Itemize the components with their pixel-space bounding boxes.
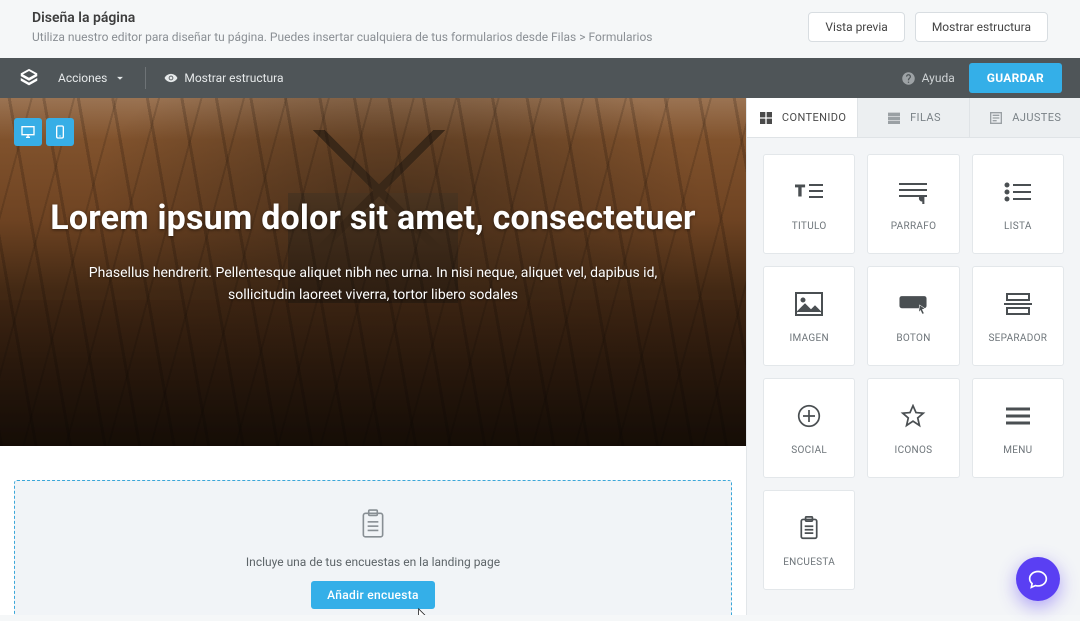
tile-icons-label: ICONOS	[895, 445, 933, 456]
tile-title-label: TITULO	[792, 221, 827, 232]
settings-form-icon	[988, 110, 1004, 126]
workspace: Lorem ipsum dolor sit amet, consectetuer…	[0, 98, 1080, 615]
button-icon	[898, 289, 928, 319]
hero-section[interactable]: Lorem ipsum dolor sit amet, consectetuer…	[0, 98, 746, 446]
list-icon	[1003, 177, 1033, 207]
toggle-structure-button[interactable]: Mostrar estructura	[164, 71, 283, 85]
mobile-icon	[52, 124, 68, 140]
svg-text:T: T	[795, 181, 805, 200]
clipboard-icon	[360, 509, 386, 539]
tab-settings-label: AJUSTES	[1012, 111, 1061, 124]
actions-menu[interactable]: Acciones	[58, 71, 127, 85]
tile-social[interactable]: SOCIAL	[763, 378, 855, 478]
slot-hint: Incluye una de tus encuestas en la landi…	[35, 555, 711, 569]
save-button[interactable]: GUARDAR	[969, 63, 1062, 93]
survey-icon	[794, 513, 824, 543]
device-desktop-button[interactable]	[14, 118, 42, 146]
toggle-structure-label: Mostrar estructura	[184, 71, 283, 85]
page-subtitle: Utiliza nuestro editor para diseñar tu p…	[32, 30, 653, 44]
tab-content-label: CONTENIDO	[782, 111, 846, 124]
eye-icon	[164, 71, 178, 85]
tile-paragraph-label: PARRAFO	[891, 221, 937, 232]
preview-button[interactable]: Vista previa	[808, 12, 904, 42]
tile-divider[interactable]: SEPARADOR	[972, 266, 1064, 366]
tile-menu[interactable]: MENU	[972, 378, 1064, 478]
tile-image-label: IMAGEN	[789, 333, 828, 344]
cursor-pointer-icon	[413, 606, 429, 615]
actions-menu-label: Acciones	[58, 71, 107, 85]
tile-title[interactable]: T TITULO	[763, 154, 855, 254]
device-picker	[14, 118, 74, 146]
content-tiles: T TITULO ¶ PARRAFO LISTA IMA	[747, 138, 1080, 606]
menu-icon	[1003, 401, 1033, 431]
tile-icons[interactable]: ICONOS	[867, 378, 959, 478]
desktop-icon	[20, 124, 36, 140]
tile-menu-label: MENU	[1003, 445, 1032, 456]
tile-button-label: BOTON	[896, 333, 930, 344]
star-icon	[898, 401, 928, 431]
svg-text:¶: ¶	[919, 193, 925, 204]
tile-social-label: SOCIAL	[791, 445, 827, 456]
editor-toolbar: Acciones Mostrar estructura Ayuda GUARDA…	[0, 58, 1080, 98]
tile-button[interactable]: BOTON	[867, 266, 959, 366]
help-label: Ayuda	[922, 71, 955, 85]
chat-icon	[1028, 569, 1048, 589]
grid-icon	[758, 110, 774, 126]
tab-content[interactable]: CONTENIDO	[747, 98, 858, 137]
show-structure-button[interactable]: Mostrar estructura	[915, 12, 1048, 42]
hero-subline: Phasellus hendrerit. Pellentesque alique…	[0, 262, 746, 307]
help-icon	[901, 71, 916, 86]
survey-drop-slot[interactable]: Incluye una de tus encuestas en la landi…	[14, 480, 732, 615]
device-mobile-button[interactable]	[46, 118, 74, 146]
image-icon	[794, 289, 824, 319]
page-header: Diseña la página Utiliza nuestro editor …	[0, 0, 1080, 58]
panel-tabs: CONTENIDO FILAS AJUSTES	[747, 98, 1080, 138]
tile-list[interactable]: LISTA	[972, 154, 1064, 254]
help-fab[interactable]	[1016, 557, 1060, 601]
tile-paragraph[interactable]: ¶ PARRAFO	[867, 154, 959, 254]
tab-rows-label: FILAS	[910, 111, 941, 124]
tab-rows[interactable]: FILAS	[858, 98, 969, 137]
tile-survey[interactable]: ENCUESTA	[763, 490, 855, 590]
toolbar-separator	[145, 67, 146, 89]
divider-icon	[1003, 289, 1033, 319]
chevron-down-icon	[113, 71, 127, 85]
tile-survey-label: ENCUESTA	[783, 557, 835, 568]
page-header-titles: Diseña la página Utiliza nuestro editor …	[32, 10, 653, 44]
tab-settings[interactable]: AJUSTES	[970, 98, 1080, 137]
add-survey-button[interactable]: Añadir encuesta	[311, 581, 435, 609]
help-link[interactable]: Ayuda	[901, 71, 955, 86]
paragraph-icon: ¶	[898, 177, 928, 207]
page-title: Diseña la página	[32, 10, 653, 26]
rows-icon	[886, 110, 902, 126]
brand-logo-icon	[18, 67, 40, 89]
editor-canvas[interactable]: Lorem ipsum dolor sit amet, consectetuer…	[0, 98, 746, 615]
right-panel: CONTENIDO FILAS AJUSTES T TITULO ¶	[746, 98, 1080, 615]
hero-headline: Lorem ipsum dolor sit amet, consectetuer	[0, 198, 746, 238]
tile-divider-label: SEPARADOR	[988, 333, 1047, 344]
tile-image[interactable]: IMAGEN	[763, 266, 855, 366]
tile-list-label: LISTA	[1004, 221, 1032, 232]
title-icon: T	[794, 177, 824, 207]
page-header-actions: Vista previa Mostrar estructura	[808, 12, 1048, 42]
social-icon	[794, 401, 824, 431]
